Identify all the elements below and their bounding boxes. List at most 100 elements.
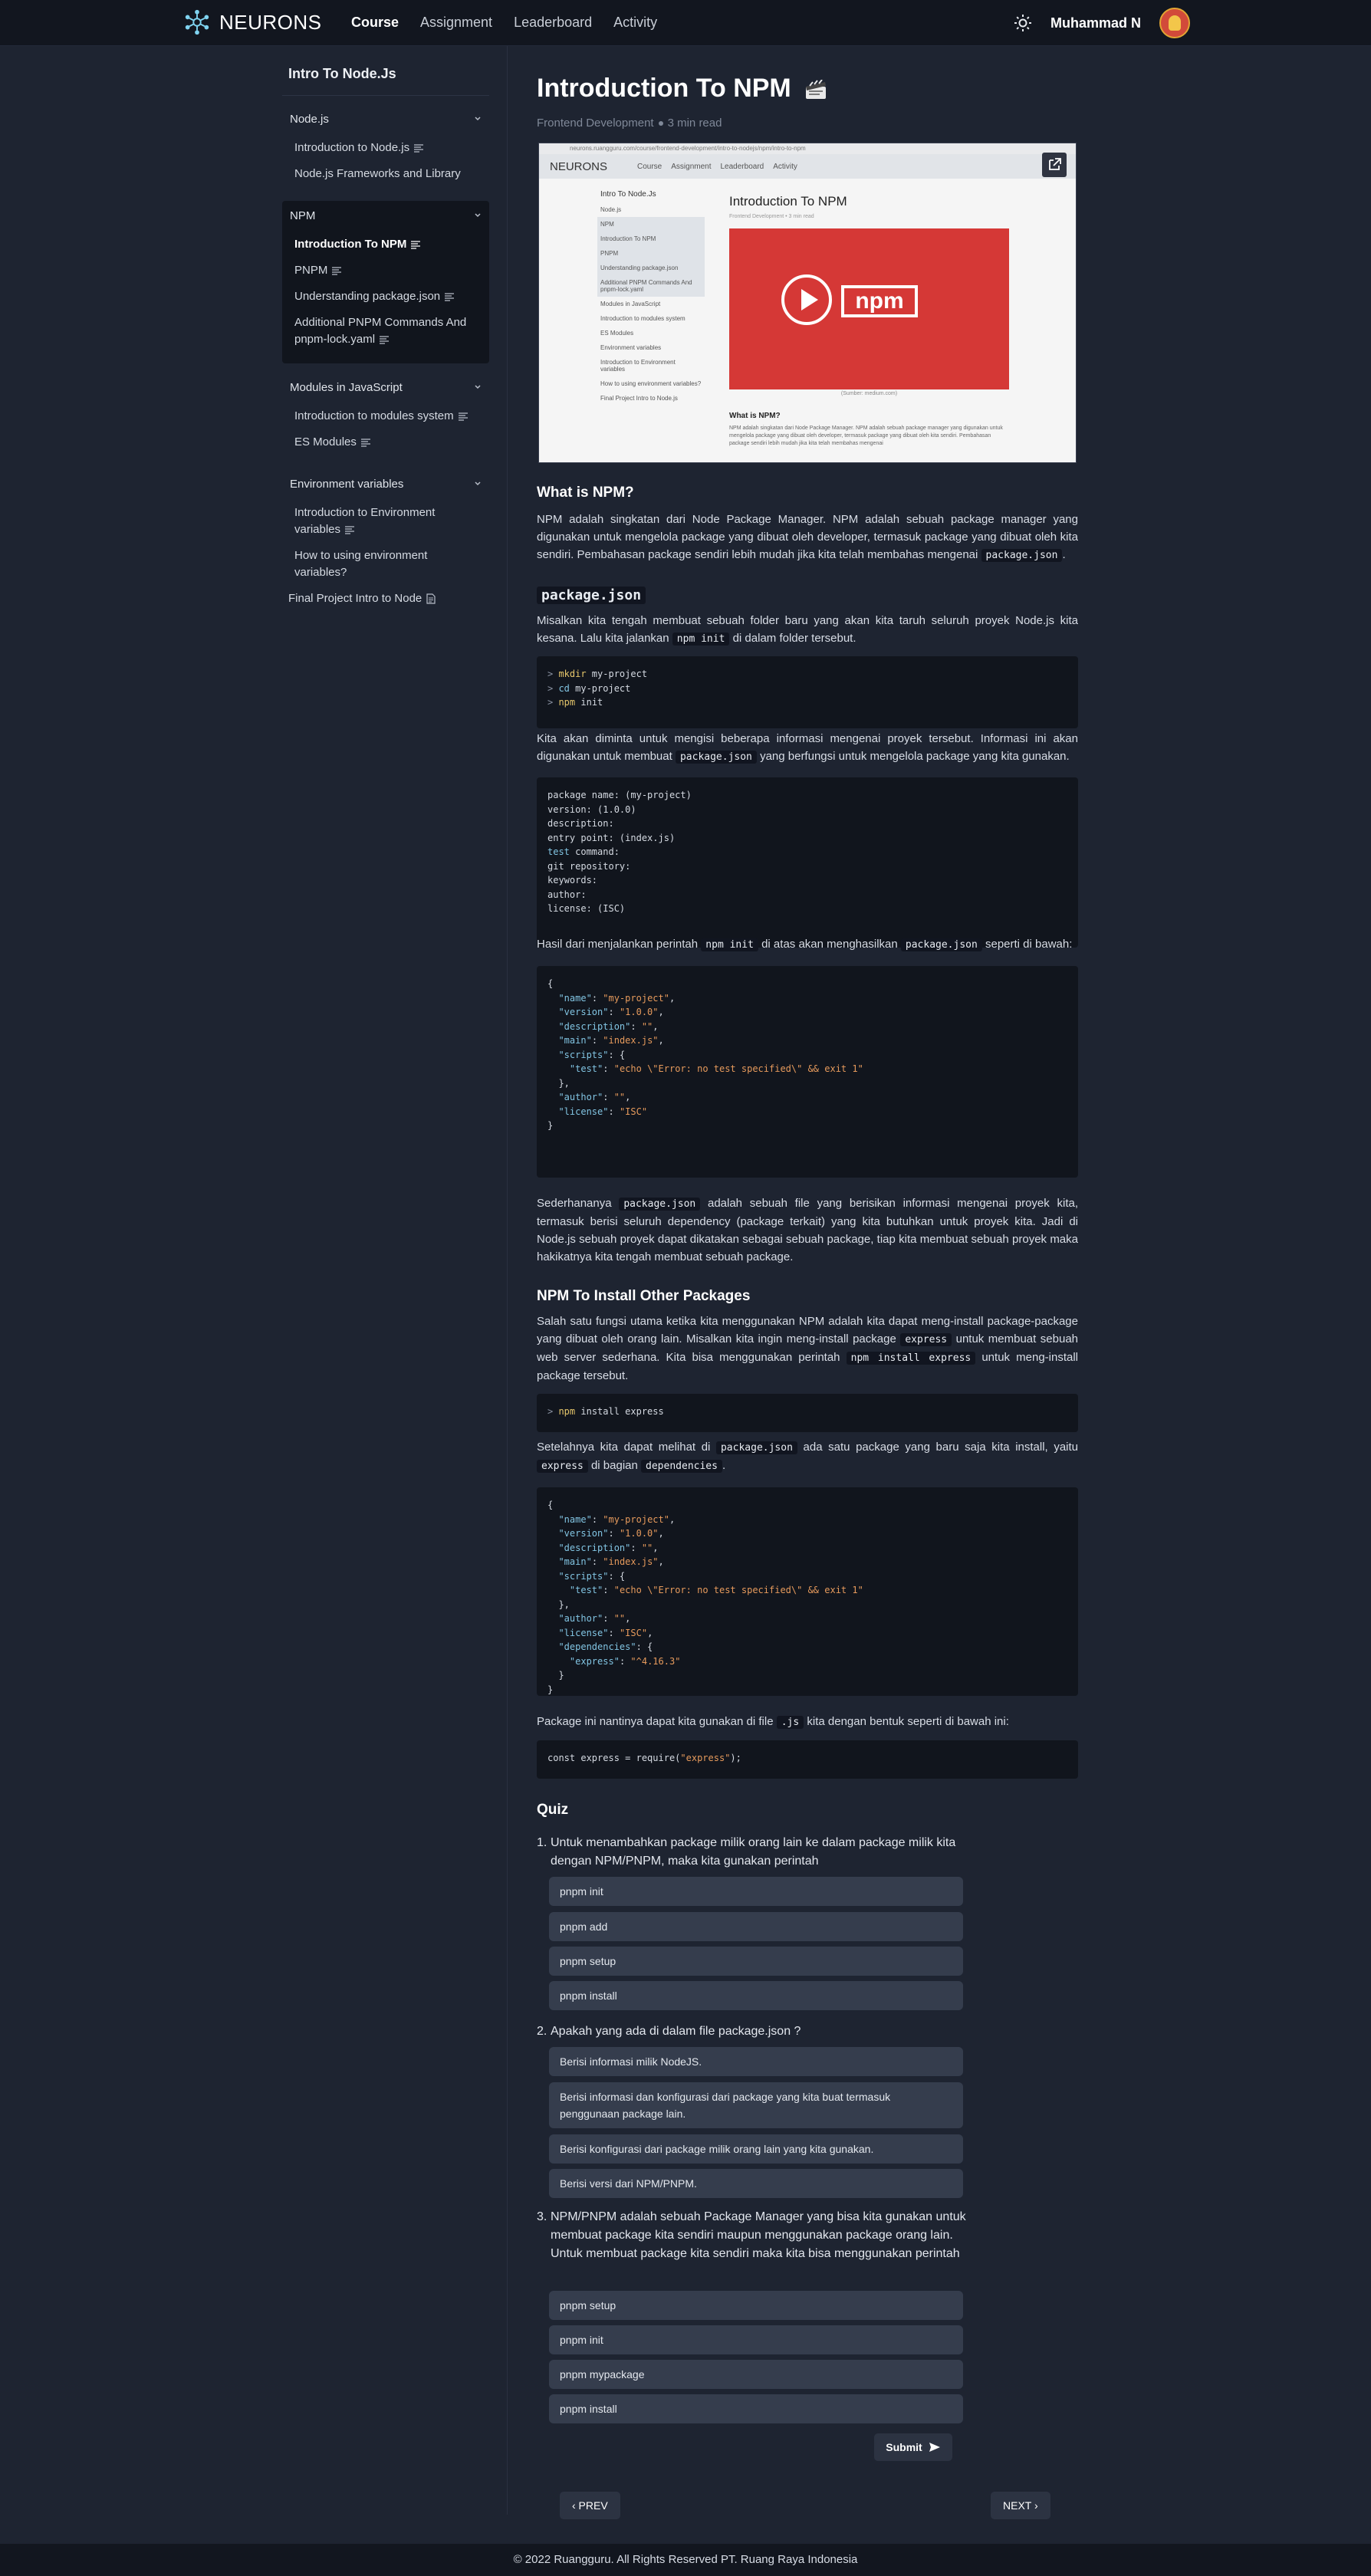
submit-button[interactable]: Submit — [874, 2433, 952, 2461]
user-name[interactable]: Muhammad N — [1050, 15, 1141, 31]
nav-link-leaderboard[interactable]: Leaderboard — [514, 15, 592, 31]
screenshot-main: Introduction To NPM Frontend Development… — [729, 194, 1051, 448]
list-icon — [414, 143, 424, 153]
quiz-option[interactable]: pnpm setup — [549, 1947, 963, 1976]
list-icon — [332, 266, 342, 275]
sun-icon[interactable] — [1014, 14, 1032, 32]
heading-package-json: package.json — [537, 586, 646, 604]
chevron-down-icon — [475, 481, 481, 486]
sidebar-item-pnpm-commands[interactable]: Additional PNPM Commands And pnpm-lock.y… — [282, 310, 489, 353]
nav-link-course[interactable]: Course — [351, 15, 399, 31]
sidebar-item-nodejs-frameworks[interactable]: Node.js Frameworks and Library — [282, 161, 489, 187]
code-block-package-json-express: { "name": "my-project", "version": "1.0.… — [537, 1487, 1078, 1696]
top-navbar: NEURONS Course Assignment Leaderboard Ac… — [0, 0, 1371, 46]
quiz-option[interactable]: pnpm init — [549, 2325, 963, 2354]
list-icon — [345, 525, 355, 534]
screenshot-body: NPM adalah singkatan dari Node Package M… — [729, 426, 1003, 446]
screenshot-url-bar: neurons.ruangguru.com/course/frontend-de… — [539, 143, 1076, 154]
quiz-title: Quiz — [537, 1802, 569, 1818]
screenshot-link-leaderboard: Leaderboard — [720, 163, 764, 171]
quiz-option[interactable]: pnpm install — [549, 1981, 963, 2010]
sidebar-section-label: NPM — [290, 209, 316, 222]
chevron-down-icon — [475, 385, 481, 389]
list-icon — [445, 292, 455, 301]
sidebar-item-final-project[interactable]: Final Project Intro to Node — [288, 592, 436, 605]
code-block-npm-prompts: package name: (my-project) version: (1.0… — [537, 777, 1078, 948]
paragraph-package-json-1: Misalkan kita tengah membuat sebuah fold… — [537, 614, 1078, 646]
quiz-option[interactable]: pnpm setup — [549, 2291, 963, 2320]
screenshot-title: Introduction To NPM — [729, 194, 847, 209]
screenshot-link-course: Course — [637, 163, 662, 171]
list-icon — [360, 438, 370, 447]
sidebar-section-header[interactable]: Node.js — [282, 107, 489, 130]
quiz-option[interactable]: Berisi informasi dan konfigurasi dari pa… — [549, 2082, 963, 2128]
prev-button[interactable]: ‹ PREV — [560, 2492, 620, 2519]
chevron-down-icon — [475, 213, 481, 218]
quiz-option[interactable]: pnpm init — [549, 1877, 963, 1906]
sidebar-item-package-json[interactable]: Understanding package.json — [282, 284, 489, 310]
code-block-npm-init: > mkdir my-project > cd my-project > npm… — [537, 656, 1078, 728]
sidebar-section-env: Environment variables Introduction to En… — [282, 472, 489, 586]
npm-thumbnail: npm — [729, 228, 1009, 389]
heading-what-is-npm: What is NPM? — [537, 485, 634, 501]
article-meta: Frontend Development 3 min read — [537, 117, 722, 130]
sidebar-section-npm: NPM Introduction To NPM PNPM Understandi… — [282, 201, 489, 363]
footer: © 2022 Ruangguru. All Rights Reserved PT… — [0, 2544, 1371, 2576]
nav-link-assignment[interactable]: Assignment — [420, 15, 492, 31]
quiz-option[interactable]: pnpm add — [549, 1912, 963, 1941]
content-divider — [507, 46, 508, 2515]
screenshot-caption: (Sumber: medium.com) — [840, 391, 898, 396]
quiz-question-3: 3. NPM/PNPM adalah sebuah Package Manager… — [537, 2210, 966, 2260]
sidebar-section-header[interactable]: Modules in JavaScript — [282, 376, 489, 399]
heading-npm-install: NPM To Install Other Packages — [537, 1288, 751, 1304]
chevron-down-icon — [475, 117, 481, 121]
quiz-option[interactable]: Berisi versi dari NPM/PNPM. — [549, 2169, 963, 2198]
neurons-logo-icon — [185, 9, 209, 35]
article-screenshot: neurons.ruangguru.com/course/frontend-de… — [538, 143, 1077, 463]
document-icon — [426, 593, 436, 604]
sidebar-title: Intro To Node.Js — [288, 66, 396, 81]
sidebar-item-intro-npm[interactable]: Introduction To NPM — [282, 232, 489, 258]
sidebar-item-intro-env[interactable]: Introduction to Environment variables — [282, 500, 489, 543]
sidebar-item-pnpm[interactable]: PNPM — [282, 258, 489, 284]
page-title: Introduction To NPM — [537, 74, 827, 104]
quiz-question-2: 2. Apakah yang ada di dalam file package.… — [537, 2025, 801, 2038]
brand-logo[interactable]: NEURONS — [182, 8, 322, 37]
screenshot-navbar: NEURONS Course Assignment Leaderboard Ac… — [539, 154, 1076, 179]
list-icon — [458, 412, 468, 421]
read-time: 3 min read — [667, 117, 722, 130]
play-icon — [781, 274, 832, 325]
send-icon — [929, 2443, 940, 2452]
quiz-option[interactable]: Berisi informasi milik NodeJS. — [549, 2047, 963, 2076]
paragraph-package-json-2: Kita akan diminta untuk mengisi beberapa… — [537, 732, 1078, 764]
paragraph-package-json-3: Hasil dari menjalankan perintah npm init… — [537, 938, 1073, 951]
list-icon — [411, 240, 421, 249]
next-button[interactable]: NEXT › — [991, 2492, 1050, 2519]
avatar[interactable] — [1159, 8, 1190, 38]
clapperboard-icon — [806, 80, 827, 100]
nav-link-activity[interactable]: Activity — [613, 15, 657, 31]
sidebar-item-using-env[interactable]: How to using environment variables? — [282, 543, 489, 586]
quiz-option[interactable]: Berisi konfigurasi dari package milik or… — [549, 2134, 963, 2164]
quiz-option[interactable]: pnpm install — [549, 2394, 963, 2423]
screenshot-brand: NEURONS — [550, 160, 608, 173]
paragraph-package-json-4: Sederhananya package.json adalah sebuah … — [537, 1197, 1079, 1263]
sidebar-section-header[interactable]: NPM — [282, 204, 489, 227]
expand-image-button[interactable] — [1042, 153, 1067, 177]
paragraph-what-is-npm: NPM adalah singkatan dari Node Package M… — [537, 513, 1078, 562]
brand-name: NEURONS — [219, 10, 322, 34]
sidebar-item-es-modules[interactable]: ES Modules — [282, 429, 489, 455]
screenshot-meta: Frontend Development • 3 min read — [729, 214, 814, 219]
quiz-option[interactable]: pnpm mypackage — [549, 2360, 963, 2389]
code-block-package-json-default: { "name": "my-project", "version": "1.0.… — [537, 966, 1078, 1178]
sidebar-item-modules-system[interactable]: Introduction to modules system — [282, 403, 489, 429]
sidebar-section-header[interactable]: Environment variables — [282, 472, 489, 495]
list-icon — [380, 335, 390, 344]
sidebar-item-intro-nodejs[interactable]: Introduction to Node.js — [282, 135, 489, 161]
paragraph-npm-install-2: Setelahnya kita dapat melihat di package… — [537, 1441, 1079, 1473]
paragraph-npm-install-3: Package ini nantinya dapat kita gunakan … — [537, 1715, 1009, 1729]
code-block-npm-install: > npm install express — [537, 1394, 1078, 1432]
paragraph-npm-install-1: Salah satu fungsi utama ketika kita meng… — [537, 1315, 1079, 1382]
npm-logo: npm — [841, 285, 918, 317]
screenshot-link-activity: Activity — [773, 163, 797, 171]
